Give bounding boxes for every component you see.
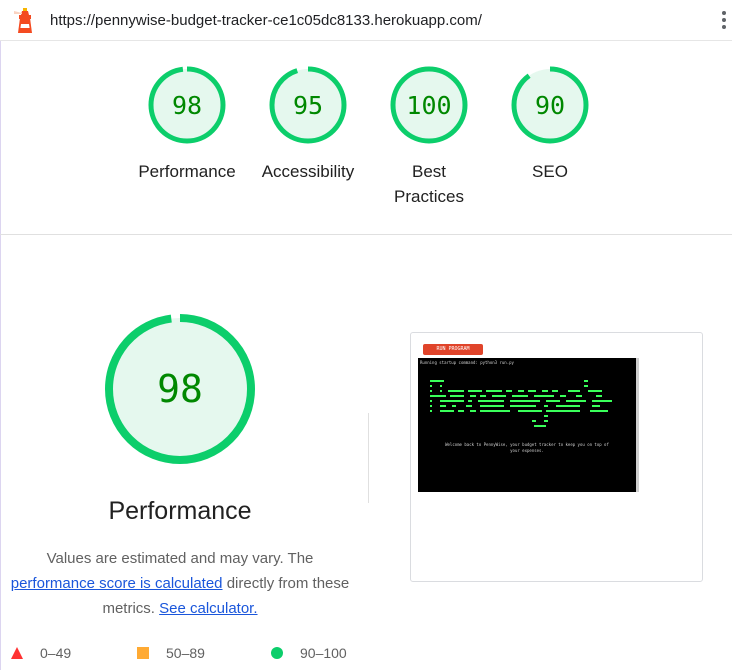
big-gauge-score: 98 (157, 367, 203, 411)
gauge-score: 100 (406, 91, 451, 120)
legend-range: 0–49 (40, 645, 72, 661)
terminal-preview: Running startup command: python3 run.py (418, 358, 639, 492)
gauge-score: 90 (535, 91, 565, 120)
gauge-ring: 98 (148, 66, 226, 144)
score-note: Values are estimated and may vary. The p… (0, 546, 360, 621)
ascii-logo-art (430, 380, 612, 427)
report-url[interactable]: https://pennywise-budget-tracker-ce1c05d… (50, 12, 482, 29)
gauge-performance[interactable]: 98 Performance (127, 65, 247, 184)
terminal-command: Running startup command: python3 run.py (420, 360, 514, 365)
welcome-line-2: your expenses. (510, 448, 544, 453)
lighthouse-icon (14, 8, 32, 33)
gauge-label: Accessibility (261, 162, 355, 181)
score-legend: 0–49 50–89 90–100 (0, 644, 360, 666)
note-text-mid: directly from these (226, 575, 350, 592)
triangle-icon (11, 647, 23, 659)
note-text-post: metrics. (102, 600, 155, 617)
performance-title: Performance (108, 497, 252, 525)
gauge-score: 95 (293, 91, 323, 120)
vertical-divider (368, 413, 369, 503)
category-gauges: 98 Performance 95 Accessibility 100 Best… (0, 41, 732, 235)
report-header: https://pennywise-budget-tracker-ce1c05d… (0, 0, 732, 41)
performance-big-gauge: 98 (60, 312, 300, 466)
gauge-ring: 90 (511, 66, 589, 144)
legend-range: 50–89 (166, 645, 205, 661)
gauge-ring: 100 (390, 66, 468, 144)
terminal-welcome: Welcome back to PennyWise, your budget t… (418, 442, 636, 454)
note-text: Values are estimated and may vary. The (46, 550, 314, 567)
gauge-best-practices[interactable]: 100 Best Practices (369, 65, 489, 209)
gauge-accessibility[interactable]: 95 Accessibility (248, 65, 368, 184)
kebab-menu-icon[interactable] (719, 11, 729, 33)
gauge-seo[interactable]: 90 SEO (490, 65, 610, 184)
performance-score-link[interactable]: performance score is calculated (11, 575, 223, 592)
final-screenshot[interactable]: RUN PROGRAM Running startup command: pyt… (410, 332, 703, 582)
gauge-label-line2: Practices (394, 187, 464, 206)
run-program-button: RUN PROGRAM (423, 344, 483, 355)
circle-icon (271, 647, 283, 659)
gauge-ring: 95 (269, 66, 347, 144)
see-calculator-link[interactable]: See calculator. (159, 600, 257, 617)
gauge-label: SEO (532, 162, 568, 181)
big-gauge-ring: 98 (105, 314, 255, 464)
square-icon (137, 647, 149, 659)
legend-range: 90–100 (300, 645, 347, 661)
gauge-score: 98 (172, 91, 202, 120)
gauge-label: Best (411, 162, 447, 181)
gauge-label: Performance (138, 162, 236, 181)
